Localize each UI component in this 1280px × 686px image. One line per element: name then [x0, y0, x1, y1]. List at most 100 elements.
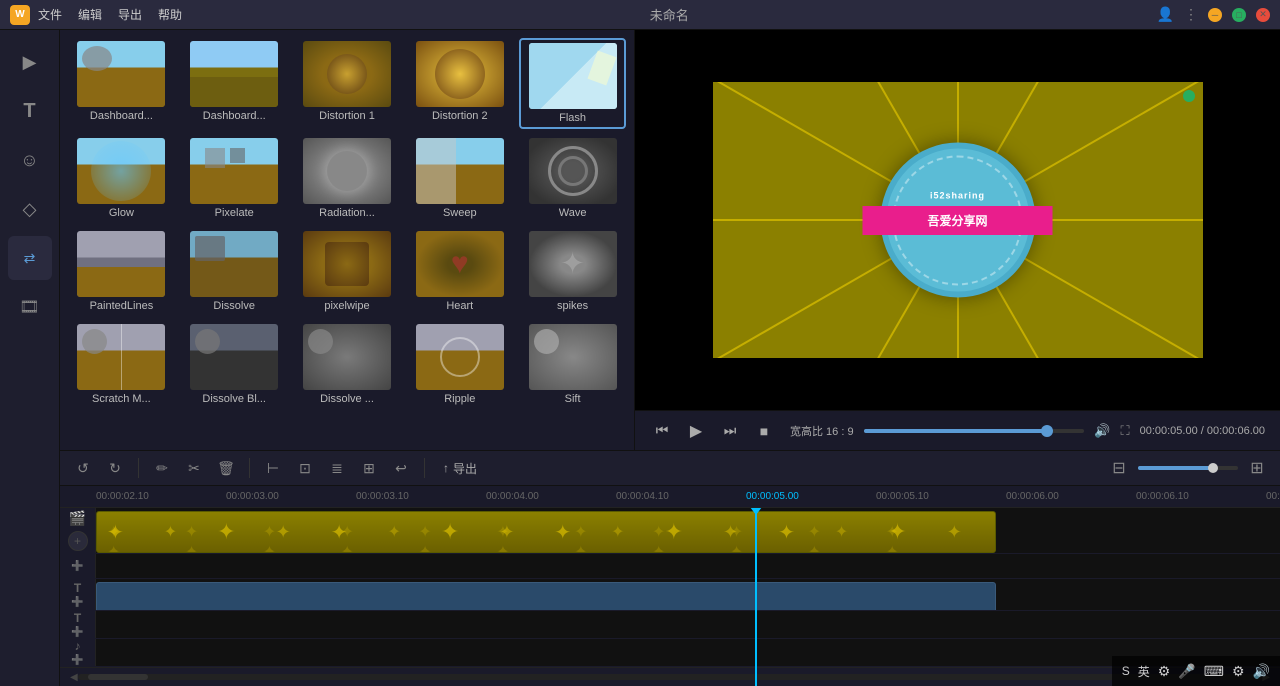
audio-track-icon: ♪: [75, 639, 81, 653]
export-icon: ↑: [443, 461, 449, 475]
sidebar-icon-text[interactable]: T: [8, 89, 52, 133]
text-clip[interactable]: [96, 582, 996, 610]
time-display: 00:00:05.00 / 00:00:06.00: [1140, 425, 1265, 437]
play-button[interactable]: ▶: [684, 419, 708, 443]
zoom-out-button[interactable]: ⊟: [1106, 455, 1132, 481]
delete-button[interactable]: 🗑: [213, 455, 239, 481]
export-button[interactable]: ↑ 导出: [435, 457, 485, 480]
timeline-scroll-track[interactable]: [78, 674, 1263, 680]
video-track-add[interactable]: +: [68, 531, 88, 551]
ruler-mark-7: 00:00:06.00: [1006, 491, 1136, 502]
effect-pixelwipe[interactable]: pixelwipe: [294, 228, 401, 315]
effect-paintedlines[interactable]: PaintedLines: [68, 228, 175, 315]
sidebar-icon-face[interactable]: ☺: [8, 138, 52, 182]
effect-thumb-dashboard1: [77, 41, 165, 107]
effect-dashboard2[interactable]: Dashboard...: [181, 38, 288, 129]
menu-bar: 文件 编辑 导出 帮助: [38, 6, 182, 23]
effect-ripple[interactable]: Ripple: [406, 321, 513, 408]
effect-dissolve[interactable]: Dissolve: [181, 228, 288, 315]
menu-edit[interactable]: 编辑: [78, 6, 102, 23]
more-icon[interactable]: ⋮: [1184, 6, 1198, 23]
ruler-mark-4: 00:00:04.10: [616, 491, 746, 502]
effect-label-dissolve2: Dissolve ...: [320, 393, 374, 405]
maximize-button[interactable]: □: [1232, 8, 1246, 22]
fullscreen-icon[interactable]: ⛶: [1120, 423, 1129, 439]
effect-label-radiation: Radiation...: [319, 207, 375, 219]
effect-thumb-radiation: [303, 138, 391, 204]
undo-button[interactable]: ↺: [70, 455, 96, 481]
effect-label-sift: Sift: [565, 393, 581, 405]
effect-thumb-sift: [529, 324, 617, 390]
effect-thumb-dashboard2: [190, 41, 278, 107]
prev-frame-button[interactable]: ⏮: [650, 419, 674, 443]
timeline-scroll-thumb[interactable]: [88, 674, 148, 680]
effect-heart[interactable]: ♥ Heart: [406, 228, 513, 315]
menu-file[interactable]: 文件: [38, 6, 62, 23]
effect-scratch[interactable]: Scratch M...: [68, 321, 175, 408]
app-logo: W: [10, 5, 30, 25]
video-track-icon: 🎬: [69, 510, 86, 527]
volume-icon[interactable]: 🔊: [1094, 423, 1110, 439]
scale-button[interactable]: ⊞: [356, 455, 382, 481]
text-track-label: T ➕: [60, 579, 96, 610]
cut-button[interactable]: ✂: [181, 455, 207, 481]
split-button[interactable]: ⊢: [260, 455, 286, 481]
sidebar-icon-effects[interactable]: 🎞: [8, 285, 52, 329]
effect-label-spikes: spikes: [557, 300, 588, 312]
effect-sweep[interactable]: Sweep: [406, 135, 513, 222]
align-button[interactable]: ≣: [324, 455, 350, 481]
menu-help[interactable]: 帮助: [158, 6, 182, 23]
next-frame-button[interactable]: ⏭: [718, 419, 742, 443]
crop-button[interactable]: ⊡: [292, 455, 318, 481]
effect-sift[interactable]: Sift: [519, 321, 626, 408]
effect-radiation[interactable]: Radiation...: [294, 135, 401, 222]
effect-label-distortion1: Distortion 1: [319, 110, 375, 122]
effect-dissolvebl[interactable]: Dissolve Bl...: [181, 321, 288, 408]
effect-spikes[interactable]: ✦ spikes: [519, 228, 626, 315]
ruler-mark-6: 00:00:05.10: [876, 491, 1006, 502]
progress-bar[interactable]: [864, 429, 1085, 433]
redo-button[interactable]: ↻: [102, 455, 128, 481]
rotate-button[interactable]: ↩: [388, 455, 414, 481]
effect-thumb-scratch: [77, 324, 165, 390]
effect-label-sweep: Sweep: [443, 207, 477, 219]
effect-dashboard1[interactable]: Dashboard...: [68, 38, 175, 129]
user-icon[interactable]: 👤: [1157, 6, 1174, 23]
effect-pixelate[interactable]: Pixelate: [181, 135, 288, 222]
menu-export[interactable]: 导出: [118, 6, 142, 23]
sidebar-icon-shape[interactable]: ◇: [8, 187, 52, 231]
effects-grid: Dashboard... Dashboard... Distortion 1: [68, 38, 626, 408]
zoom-slider[interactable]: [1138, 466, 1238, 470]
effect-distortion2[interactable]: Distortion 2: [406, 38, 513, 129]
zoom-in-button[interactable]: ⊞: [1244, 455, 1270, 481]
minimize-button[interactable]: ─: [1208, 8, 1222, 22]
timeline: 00:00:02.10 00:00:03.00 00:00:03.10 00:0…: [60, 486, 1280, 686]
close-button[interactable]: ✕: [1256, 8, 1270, 22]
ruler-mark-5: 00:00:05.00: [746, 491, 876, 502]
sidebar-icon-media[interactable]: ▶: [8, 40, 52, 84]
stop-button[interactable]: ■: [752, 419, 776, 443]
sidebar-icon-transition[interactable]: ⇄: [8, 236, 52, 280]
taskbar-icon-1: S: [1122, 664, 1130, 678]
video-clip[interactable]: ✦ ✦ ✦ ✦ ✦ ✦ ✦ ✦ ✦ ✦: [96, 511, 996, 553]
effect-wave[interactable]: Wave: [519, 135, 626, 222]
effect-thumb-heart: ♥: [416, 231, 504, 297]
ruler-mark-8: 00:00:06.10: [1136, 491, 1266, 502]
taskbar-icon-2: 英: [1138, 663, 1150, 680]
effect-thumb-sweep: [416, 138, 504, 204]
empty-track-content-1: [96, 554, 1280, 578]
effect-label-dissolvebl: Dissolve Bl...: [202, 393, 266, 405]
timeline-ruler: 00:00:02.10 00:00:03.00 00:00:03.10 00:0…: [60, 486, 1280, 508]
effect-glow[interactable]: Glow: [68, 135, 175, 222]
effect-label-dashboard1: Dashboard...: [90, 110, 153, 122]
text-track-content: [96, 579, 1280, 610]
pencil-button[interactable]: ✏: [149, 455, 175, 481]
titlebar-left: W 文件 编辑 导出 帮助: [10, 5, 182, 25]
scroll-left-icon[interactable]: ◀: [70, 672, 78, 683]
effect-distortion1[interactable]: Distortion 1: [294, 38, 401, 129]
effect-label-glow: Glow: [109, 207, 134, 219]
ruler-mark-1: 00:00:03.00: [226, 491, 356, 502]
effect-dissolve2[interactable]: Dissolve ...: [294, 321, 401, 408]
progress-handle[interactable]: [1041, 425, 1053, 437]
effect-flash[interactable]: Flash: [519, 38, 626, 129]
